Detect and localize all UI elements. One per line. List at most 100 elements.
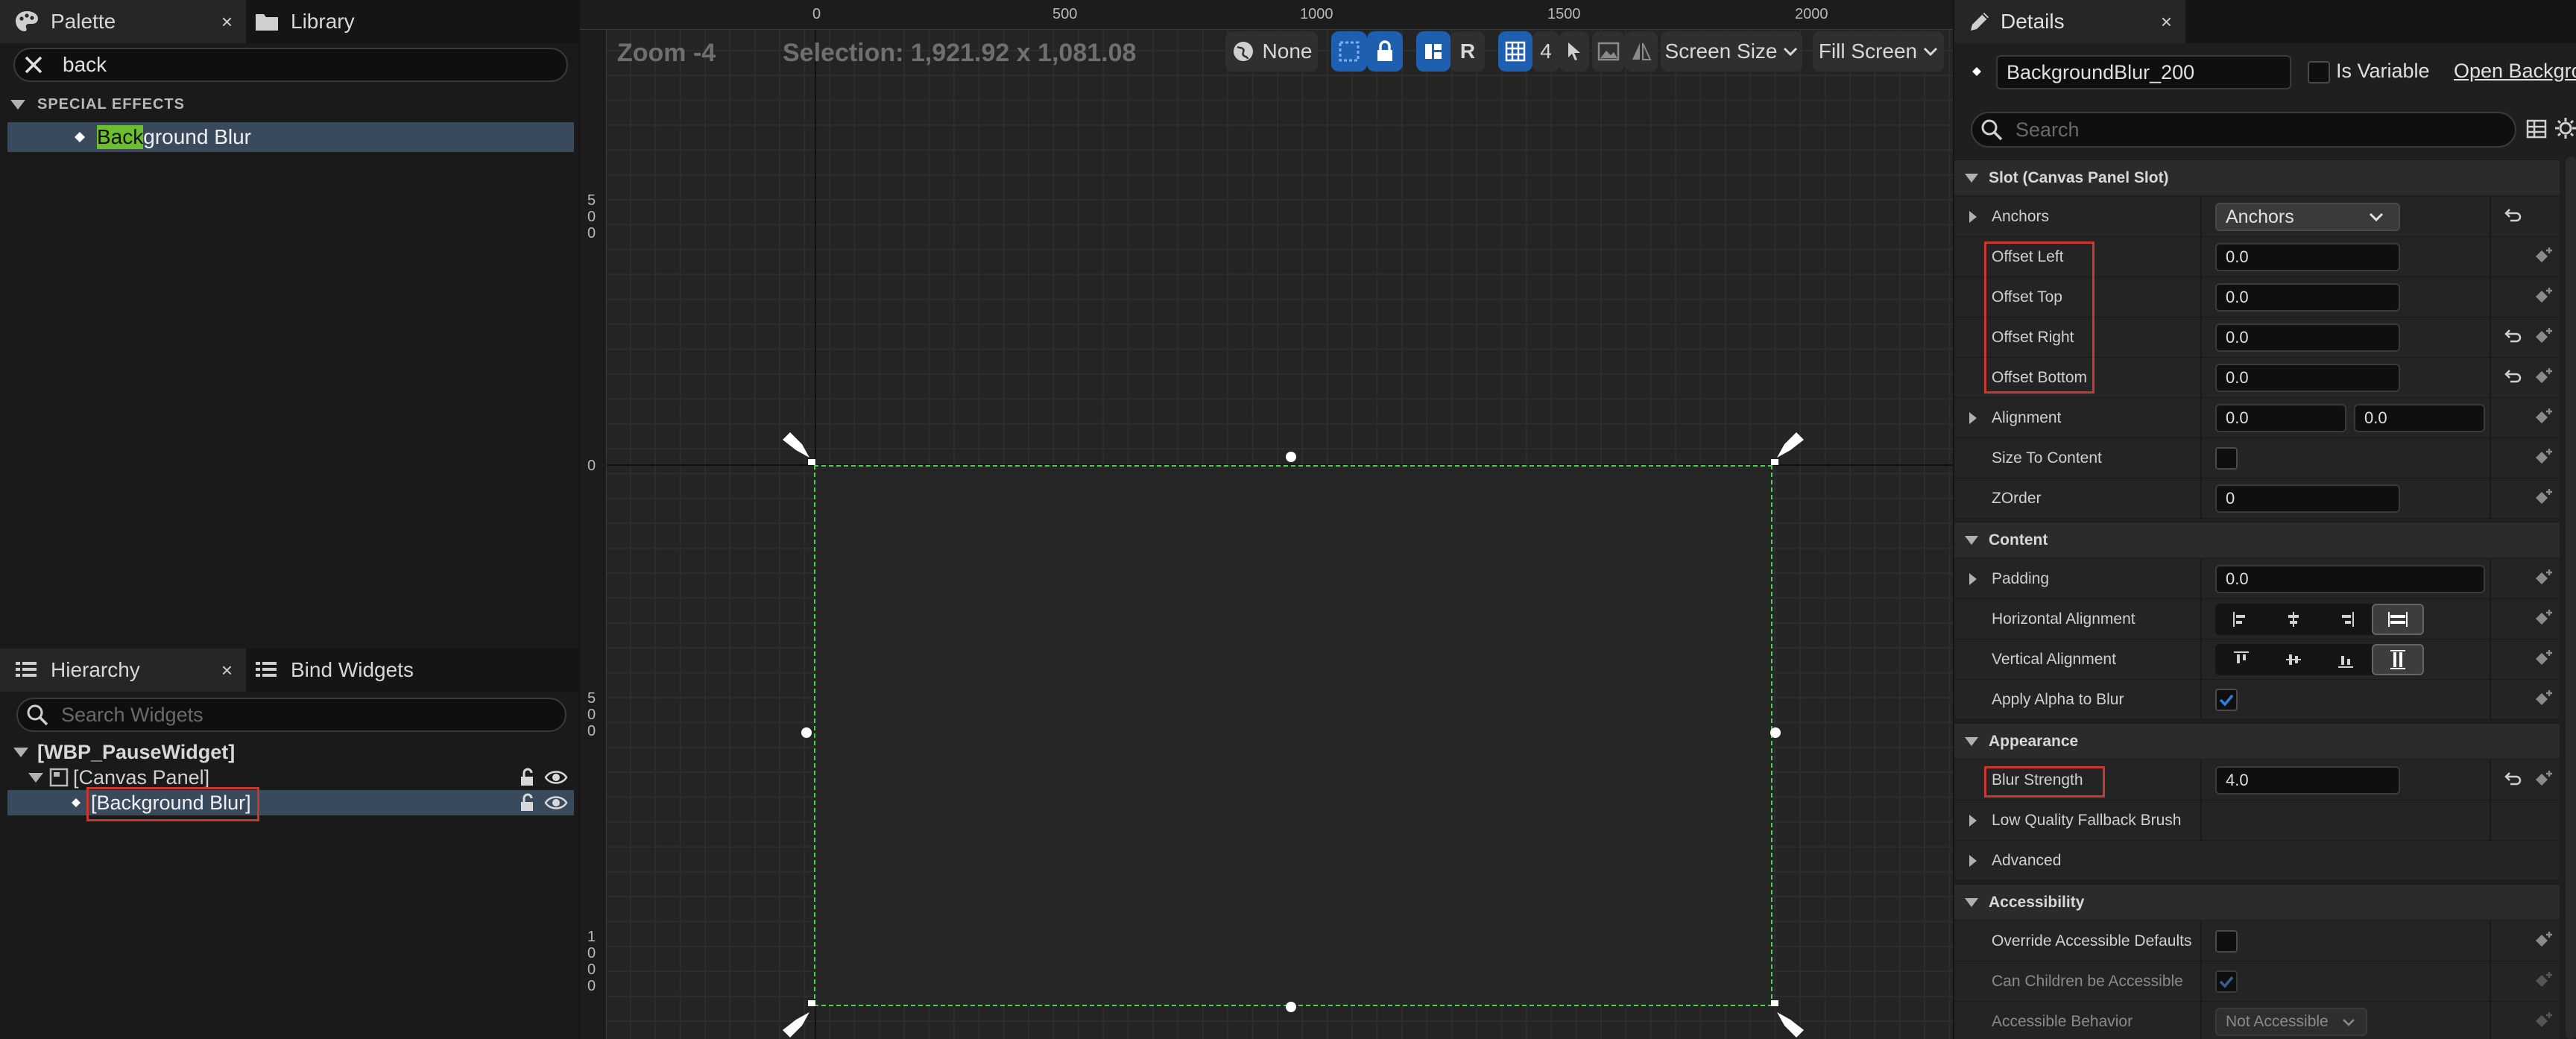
details-search-input[interactable]: Search xyxy=(1971,112,2516,148)
tab-hierarchy[interactable]: Hierarchy × xyxy=(0,648,246,692)
cursor-mode-button[interactable] xyxy=(1559,31,1589,72)
offset-bottom-input[interactable]: 0.0 xyxy=(2215,364,2400,392)
align-left-button[interactable] xyxy=(2215,604,2267,635)
keyframe-add-icon[interactable] xyxy=(2533,930,2554,951)
keyframe-add-icon[interactable] xyxy=(2533,286,2554,307)
align-fill-button[interactable] xyxy=(2372,604,2424,635)
blur-strength-input[interactable]: 4.0 xyxy=(2215,766,2400,795)
clear-search-icon[interactable] xyxy=(22,54,45,76)
open-blueprint-link[interactable]: Open Backgro xyxy=(2454,60,2576,83)
close-icon[interactable]: × xyxy=(2161,10,2172,34)
keyframe-add-icon[interactable] xyxy=(2533,447,2554,468)
keyframe-add-icon[interactable] xyxy=(2533,246,2554,267)
keyframe-add-icon[interactable] xyxy=(2533,487,2554,508)
tree-item-root[interactable]: [WBP_PauseWidget] xyxy=(13,739,235,765)
accessible-behavior-dropdown[interactable]: Not Accessible xyxy=(2215,1008,2367,1036)
hierarchy-search-input[interactable]: Search Widgets xyxy=(16,698,566,732)
tab-palette[interactable]: Palette × xyxy=(0,0,246,43)
unlock-icon[interactable] xyxy=(519,793,538,812)
keyframe-add-icon[interactable] xyxy=(2533,367,2554,388)
valign-top-button[interactable] xyxy=(2215,644,2267,675)
keyframe-add-icon[interactable] xyxy=(2533,1011,2554,1032)
image-preview-button[interactable] xyxy=(1592,31,1625,72)
anchor-handle-bottom-left[interactable] xyxy=(780,999,817,1039)
resize-handle-left[interactable] xyxy=(801,727,812,738)
resize-handle-bottom[interactable] xyxy=(1286,1002,1296,1012)
keyframe-add-icon[interactable] xyxy=(2533,970,2554,991)
keyframe-add-icon[interactable] xyxy=(2533,689,2554,710)
localization-preview-button[interactable]: None xyxy=(1225,31,1318,72)
respect-locks-button[interactable]: R xyxy=(1450,31,1485,72)
anchor-handle-top-left[interactable] xyxy=(780,431,817,467)
palette-item-background-blur[interactable]: Back ground Blur xyxy=(7,122,574,152)
valign-fill-button[interactable] xyxy=(2372,644,2424,675)
section-slot[interactable]: Slot (Canvas Panel Slot) xyxy=(1954,160,2560,195)
details-scrollbar[interactable] xyxy=(2566,157,2576,1039)
selected-widget-outline[interactable] xyxy=(814,465,1772,1006)
expand-arrow-icon[interactable] xyxy=(1968,210,1978,224)
resize-handle-top[interactable] xyxy=(1286,452,1296,462)
lock-toggle[interactable] xyxy=(1367,31,1403,72)
visibility-eye-icon[interactable] xyxy=(544,793,568,812)
reset-to-default-icon[interactable] xyxy=(2503,771,2522,790)
tree-item-canvas-panel[interactable]: [Canvas Panel] xyxy=(28,765,209,790)
prop-row-advanced[interactable]: Advanced xyxy=(1954,841,2560,881)
anchors-dropdown[interactable]: Anchors xyxy=(2215,203,2400,231)
close-icon[interactable]: × xyxy=(221,10,233,34)
dashed-outline-toggle[interactable] xyxy=(1331,31,1367,72)
tab-bind-widgets[interactable]: Bind Widgets xyxy=(253,648,477,692)
override-accessible-checkbox[interactable] xyxy=(2215,930,2238,953)
reset-to-default-icon[interactable] xyxy=(2503,207,2522,227)
flip-button[interactable] xyxy=(1625,31,1658,72)
reset-to-default-icon[interactable] xyxy=(2503,368,2522,388)
unlock-icon[interactable] xyxy=(519,768,538,787)
offset-top-input[interactable]: 0.0 xyxy=(2215,283,2400,312)
expand-arrow-icon[interactable] xyxy=(1968,411,1978,425)
reset-to-default-icon[interactable] xyxy=(2503,328,2522,347)
keyframe-add-icon[interactable] xyxy=(2533,648,2554,669)
anchor-handle-bottom-right[interactable] xyxy=(1770,999,1807,1039)
keyframe-add-icon[interactable] xyxy=(2533,568,2554,589)
alignment-x-input[interactable]: 0.0 xyxy=(2215,404,2346,432)
offset-left-input[interactable]: 0.0 xyxy=(2215,243,2400,271)
palette-category-special-effects[interactable]: SPECIAL EFFECTS xyxy=(10,89,185,119)
table-view-icon[interactable] xyxy=(2525,118,2548,140)
fill-screen-dropdown[interactable]: Fill Screen xyxy=(1813,31,1944,72)
can-children-checkbox[interactable] xyxy=(2215,970,2238,993)
tab-details[interactable]: Details × xyxy=(1954,0,2185,43)
widget-name-input[interactable]: BackgroundBlur_200 xyxy=(1996,55,2291,89)
layout-toggle[interactable] xyxy=(1416,31,1450,72)
align-right-button[interactable] xyxy=(2320,604,2372,635)
tab-library[interactable]: Library xyxy=(253,0,440,43)
apply-alpha-checkbox[interactable] xyxy=(2215,689,2238,711)
valign-center-button[interactable] xyxy=(2267,644,2320,675)
is-variable-checkbox[interactable] xyxy=(2308,61,2330,83)
expand-arrow-icon[interactable] xyxy=(1968,572,1978,586)
palette-search-input[interactable]: back xyxy=(13,48,568,82)
resize-handle-right[interactable] xyxy=(1770,727,1781,738)
close-icon[interactable]: × xyxy=(221,659,233,682)
visibility-eye-icon[interactable] xyxy=(544,768,568,787)
expand-arrow-icon[interactable] xyxy=(1968,854,1978,868)
valign-bottom-button[interactable] xyxy=(2320,644,2372,675)
expand-arrow-icon[interactable] xyxy=(1968,814,1978,827)
section-content[interactable]: Content xyxy=(1954,522,2560,558)
padding-input[interactable]: 0.0 xyxy=(2215,565,2485,593)
keyframe-add-icon[interactable] xyxy=(2533,608,2554,629)
keyframe-add-icon[interactable] xyxy=(2533,407,2554,428)
keyframe-add-icon[interactable] xyxy=(2533,326,2554,347)
anchor-handle-top-right[interactable] xyxy=(1770,431,1807,467)
settings-gear-icon[interactable] xyxy=(2554,116,2576,140)
screen-size-dropdown[interactable]: Screen Size xyxy=(1661,31,1802,72)
zorder-input[interactable]: 0 xyxy=(2215,484,2400,513)
align-center-button[interactable] xyxy=(2267,604,2320,635)
size-to-content-checkbox[interactable] xyxy=(2215,447,2238,470)
grid-size-value[interactable]: 4 xyxy=(1532,31,1559,72)
section-appearance[interactable]: Appearance xyxy=(1954,723,2560,759)
grid-snap-toggle[interactable] xyxy=(1498,31,1532,72)
offset-right-input[interactable]: 0.0 xyxy=(2215,323,2400,352)
alignment-y-input[interactable]: 0.0 xyxy=(2354,404,2485,432)
keyframe-add-icon[interactable] xyxy=(2533,769,2554,790)
prop-row-low-quality-fallback[interactable]: Low Quality Fallback Brush xyxy=(1954,800,2560,841)
section-accessibility[interactable]: Accessibility xyxy=(1954,884,2560,920)
